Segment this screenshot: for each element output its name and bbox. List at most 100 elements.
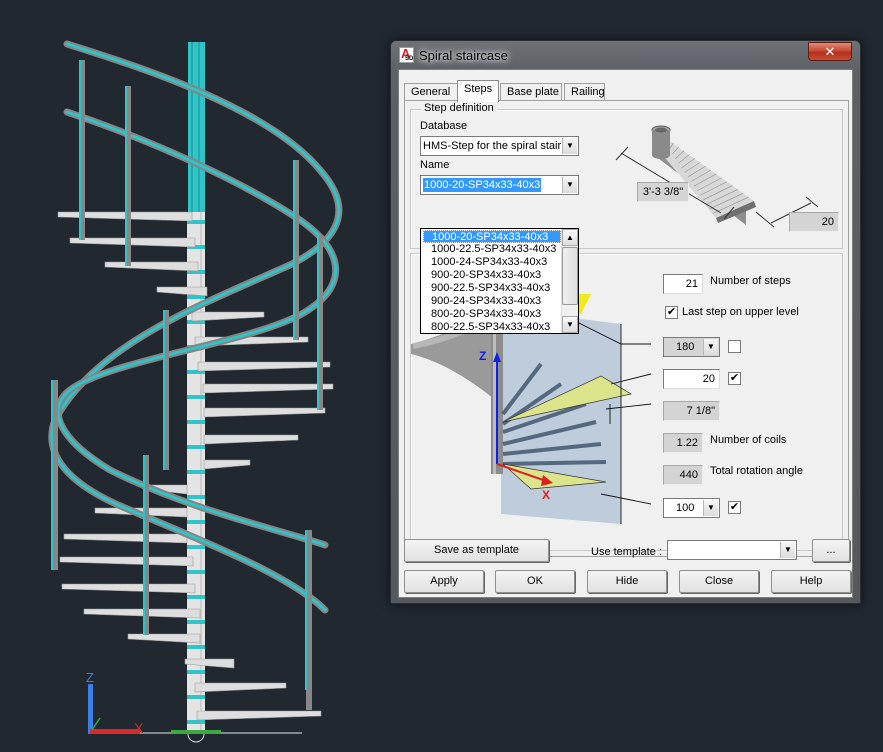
stair-step: [83, 608, 201, 619]
column-collar: [187, 395, 205, 399]
last-step-upper-checkbox[interactable]: ✔: [665, 306, 678, 319]
bottom-offset-select[interactable]: 100 ▼: [663, 498, 720, 518]
stair-step: [197, 361, 331, 372]
scroll-down-icon[interactable]: ▼: [562, 316, 578, 333]
chevron-down-icon[interactable]: ▼: [780, 542, 795, 558]
start-angle-select[interactable]: 180 ▼: [663, 337, 720, 357]
bottom-offset-checkbox[interactable]: ✔: [728, 501, 741, 514]
riser-height-value: 7 1/8": [663, 401, 720, 421]
name-label: Name: [420, 159, 450, 171]
check-icon: ✔: [666, 306, 677, 318]
chevron-down-icon[interactable]: ▼: [562, 177, 577, 193]
name-list-scrollbar[interactable]: ▲ ▼: [561, 229, 578, 333]
step-length-value: 3'-3 3/8": [637, 182, 689, 202]
step-width-value: 20: [789, 212, 839, 232]
column-collar: [187, 720, 205, 724]
ok-button[interactable]: OK: [495, 570, 575, 593]
column-collar: [187, 495, 205, 499]
close-button[interactable]: Close: [679, 570, 759, 593]
tab-steps[interactable]: Steps: [457, 80, 499, 102]
chevron-down-icon[interactable]: ▼: [703, 339, 718, 355]
stair-step: [202, 383, 334, 394]
ucs-z-label: Z: [86, 670, 94, 685]
stair-step: [63, 533, 188, 544]
stair-step: [203, 407, 326, 418]
name-select[interactable]: 1000-20-SP34x33-40x3 ▼: [420, 175, 579, 195]
spiral-staircase-dialog: A SD Spiral staircase ✕ General Steps Ba…: [390, 40, 861, 604]
hide-button[interactable]: Hide: [587, 570, 667, 593]
scroll-thumb[interactable]: [562, 247, 578, 305]
column-collar: [187, 570, 205, 574]
check-icon: ✔: [729, 501, 740, 513]
column-collar: [187, 645, 205, 649]
apply-button[interactable]: Apply: [404, 570, 484, 593]
use-template-label: Use template :: [591, 546, 662, 558]
number-of-steps-label: Number of steps: [710, 275, 791, 287]
chevron-down-icon[interactable]: ▼: [562, 138, 577, 154]
tab-railing[interactable]: Railing: [564, 83, 605, 101]
stair-step: [191, 311, 265, 322]
name-option[interactable]: 800-20-SP34x33-40x3: [423, 308, 561, 321]
stair-step: [69, 237, 196, 248]
diagram-x-label: X: [542, 488, 550, 502]
total-rotation-value: 440: [663, 465, 703, 485]
database-select[interactable]: HMS-Step for the spiral stair ▼: [420, 136, 579, 156]
name-dropdown-list[interactable]: 1000-20-SP34x33-40x3 1000-22.5-SP34x33-40…: [420, 228, 579, 334]
steps-tab-panel: Step definition Database HMS-Step for th…: [404, 100, 849, 557]
name-option[interactable]: 900-22.5-SP34x33-40x3: [423, 282, 561, 295]
name-option[interactable]: 900-24-SP34x33-40x3: [423, 295, 561, 308]
stair-step: [203, 459, 251, 470]
dialog-client: General Steps Base plate Railing Step de…: [398, 69, 853, 598]
help-button[interactable]: Help: [771, 570, 851, 593]
title-bar[interactable]: A SD Spiral staircase ✕: [391, 41, 860, 69]
cad-viewport[interactable]: Z X: [0, 0, 390, 752]
column-collar: [187, 670, 205, 674]
column-collar: [187, 620, 205, 624]
check-icon: ✔: [729, 372, 740, 384]
browse-template-button[interactable]: ...: [812, 539, 850, 562]
number-of-coils-value: 1.22: [663, 433, 703, 453]
column-collar: [187, 520, 205, 524]
save-as-template-button[interactable]: Save as template: [404, 539, 549, 562]
column-collar: [187, 595, 205, 599]
name-option[interactable]: 900-20-SP34x33-40x3: [423, 269, 561, 282]
app-logo-icon: A SD: [399, 46, 414, 63]
chevron-down-icon[interactable]: ▼: [703, 500, 718, 516]
step-definition-title: Step definition: [421, 102, 497, 114]
last-step-upper-label: Last step on upper level: [682, 306, 799, 318]
name-option[interactable]: 1000-24-SP34x33-40x3: [423, 256, 561, 269]
base-plate: [171, 730, 221, 734]
scroll-up-icon[interactable]: ▲: [562, 229, 578, 246]
stair-step: [203, 434, 299, 445]
total-rotation-label: Total rotation angle: [710, 465, 803, 477]
diagram-z-label: Z: [479, 349, 486, 363]
column-collar: [187, 545, 205, 549]
tab-base-plate[interactable]: Base plate: [500, 83, 562, 101]
database-label: Database: [420, 120, 468, 132]
number-of-coils-label: Number of coils: [710, 434, 787, 446]
start-angle-checkbox[interactable]: [728, 340, 741, 353]
dialog-title: Spiral staircase: [419, 48, 508, 63]
staircase-3d-model: Z X: [48, 40, 343, 743]
number-of-steps-input[interactable]: 21: [663, 274, 703, 294]
close-window-button[interactable]: ✕: [808, 42, 852, 61]
close-icon: ✕: [824, 44, 836, 59]
column-top: [188, 42, 205, 212]
stair-step: [61, 583, 196, 594]
stair-step: [156, 286, 208, 297]
column-collar: [187, 470, 205, 474]
step-angle-checkbox[interactable]: ✔: [728, 372, 741, 385]
name-option[interactable]: 800-22.5-SP34x33-40x3: [423, 321, 561, 334]
ucs-icon: Z X: [86, 670, 144, 736]
stair-step: [194, 682, 287, 693]
tab-general[interactable]: General: [404, 83, 458, 101]
stair-step: [59, 556, 194, 567]
name-option[interactable]: 1000-22.5-SP34x33-40x3: [423, 243, 561, 256]
column-collar: [187, 695, 205, 699]
column-collar: [187, 420, 205, 424]
stair-step: [196, 710, 322, 721]
name-option[interactable]: 1000-20-SP34x33-40x3: [423, 230, 561, 243]
step-angle-input[interactable]: 20: [663, 369, 720, 389]
stair-step: [127, 633, 201, 644]
use-template-select[interactable]: ▼: [667, 540, 797, 560]
